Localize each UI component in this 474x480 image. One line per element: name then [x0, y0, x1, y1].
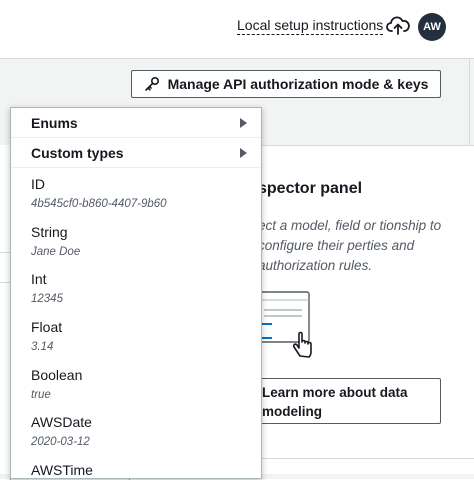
dropdown-submenu-label: Enums	[31, 114, 78, 131]
dropdown-submenu-enums[interactable]: Enums	[11, 108, 261, 138]
divider	[0, 282, 10, 283]
option-example: 3.14	[31, 341, 54, 354]
option-name: AWSDate	[31, 414, 92, 431]
pointer-hand-icon	[258, 291, 312, 358]
local-setup-instructions-link[interactable]: Local setup instructions	[237, 17, 384, 35]
inspector-panel-title: spector panel	[258, 180, 363, 197]
learn-more-data-modeling-button[interactable]: Learn more about data modeling	[251, 378, 441, 424]
user-avatar[interactable]: AW	[418, 13, 446, 41]
divider	[0, 252, 10, 253]
key-icon	[144, 76, 159, 91]
dropdown-option-awsdate[interactable]: AWSDate 2020-03-12	[11, 406, 261, 454]
option-example: true	[31, 388, 51, 401]
option-example: 4b545cf0-b860-4407-9b60	[31, 198, 167, 210]
option-name: ID	[31, 176, 45, 192]
divider	[262, 458, 474, 459]
option-example: Jane Doe	[31, 245, 81, 258]
option-name: Boolean	[31, 366, 83, 383]
option-name: Int	[31, 271, 47, 288]
option-name: AWSTime	[31, 462, 93, 479]
dropdown-option-string[interactable]: String Jane Doe	[11, 216, 261, 264]
dropdown-submenu-label: Custom types	[31, 144, 124, 161]
dropdown-option-float[interactable]: Float 3.14	[11, 311, 261, 359]
manage-api-authorization-button[interactable]: Manage API authorization mode & keys	[131, 70, 441, 98]
manage-api-authorization-label: Manage API authorization mode & keys	[167, 76, 429, 92]
option-name: Float	[31, 319, 63, 336]
option-example: 2020-03-12	[31, 436, 90, 449]
option-name: String	[31, 223, 68, 240]
inspector-panel-description: ect a model, field or tionship to config…	[258, 218, 442, 273]
caret-right-icon	[240, 148, 247, 158]
field-type-dropdown: Enums Custom types ID 4b545cf0-b860-4407…	[10, 107, 262, 479]
option-example: 12345	[31, 293, 63, 306]
dropdown-option-id[interactable]: ID 4b545cf0-b860-4407-9b60	[11, 168, 261, 216]
dropdown-submenu-custom-types[interactable]: Custom types	[11, 138, 261, 168]
dropdown-option-int[interactable]: Int 12345	[11, 263, 261, 311]
dropdown-option-awstime[interactable]: AWSTime	[11, 454, 261, 479]
divider	[469, 58, 470, 146]
dropdown-option-boolean[interactable]: Boolean true	[11, 359, 261, 407]
cloud-upload-icon[interactable]	[386, 14, 410, 36]
caret-right-icon	[240, 118, 247, 128]
